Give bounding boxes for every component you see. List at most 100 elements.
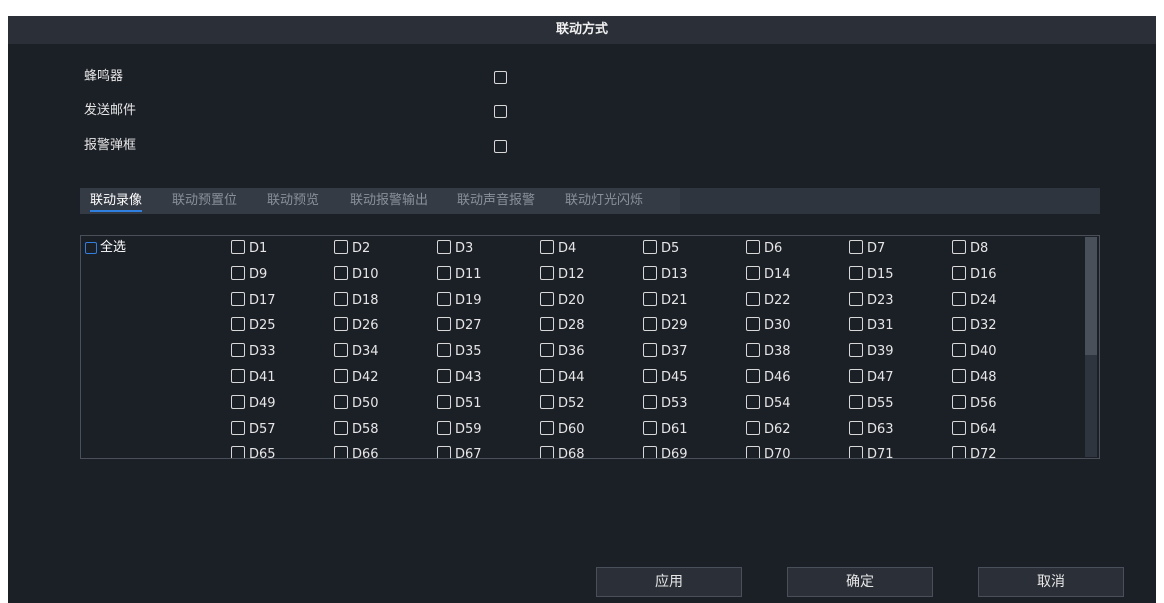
- channel-item[interactable]: D19: [437, 291, 482, 311]
- channel-checkbox[interactable]: [849, 369, 863, 383]
- channel-checkbox[interactable]: [643, 240, 657, 254]
- tab-linked-preview[interactable]: 联动预览: [267, 188, 319, 214]
- channel-item[interactable]: D33: [231, 342, 276, 362]
- channel-item[interactable]: D12: [540, 265, 585, 285]
- channel-checkbox[interactable]: [746, 446, 760, 458]
- channel-item[interactable]: D51: [437, 394, 482, 414]
- channel-checkbox[interactable]: [643, 369, 657, 383]
- channel-item[interactable]: D48: [952, 368, 997, 388]
- channel-item[interactable]: D42: [334, 368, 379, 388]
- channel-item[interactable]: D53: [643, 394, 688, 414]
- channel-item[interactable]: D38: [746, 342, 791, 362]
- channel-checkbox[interactable]: [849, 394, 863, 409]
- channel-item[interactable]: D24: [952, 291, 997, 311]
- select-all-checkbox[interactable]: [85, 241, 97, 254]
- channel-item[interactable]: D17: [231, 291, 276, 311]
- channel-item[interactable]: D37: [643, 342, 688, 362]
- option-popup-checkbox[interactable]: [494, 140, 507, 153]
- channel-checkbox[interactable]: [952, 420, 966, 435]
- channel-checkbox[interactable]: [746, 291, 760, 306]
- channel-checkbox[interactable]: [334, 446, 348, 458]
- channel-checkbox[interactable]: [437, 446, 451, 458]
- channel-item[interactable]: D41: [231, 368, 276, 388]
- channel-item[interactable]: D47: [849, 368, 894, 388]
- channel-checkbox[interactable]: [334, 420, 348, 435]
- channel-checkbox[interactable]: [849, 317, 863, 332]
- channel-item[interactable]: D5: [643, 239, 679, 259]
- channel-item[interactable]: D20: [540, 291, 585, 311]
- channel-checkbox[interactable]: [952, 446, 966, 458]
- scrollbar[interactable]: [1085, 237, 1097, 457]
- channel-checkbox[interactable]: [334, 394, 348, 409]
- channel-item[interactable]: D63: [849, 420, 894, 440]
- channel-item[interactable]: D35: [437, 342, 482, 362]
- channel-checkbox[interactable]: [334, 240, 348, 254]
- channel-item[interactable]: D4: [540, 239, 576, 259]
- channel-checkbox[interactable]: [643, 446, 657, 458]
- option-email-checkbox[interactable]: [494, 105, 507, 118]
- channel-item[interactable]: D45: [643, 368, 688, 388]
- channel-item[interactable]: D62: [746, 420, 791, 440]
- channel-item[interactable]: D10: [334, 265, 379, 285]
- channel-item[interactable]: D66: [334, 445, 379, 458]
- channel-checkbox[interactable]: [746, 394, 760, 409]
- channel-item[interactable]: D58: [334, 420, 379, 440]
- channel-checkbox[interactable]: [540, 317, 554, 332]
- channel-checkbox[interactable]: [231, 369, 245, 383]
- ok-button[interactable]: 确定: [787, 567, 933, 597]
- channel-item[interactable]: D8: [952, 239, 988, 259]
- channel-checkbox[interactable]: [746, 265, 760, 280]
- channel-item[interactable]: D26: [334, 316, 379, 336]
- channel-item[interactable]: D1: [231, 239, 267, 259]
- channel-checkbox[interactable]: [849, 446, 863, 458]
- channel-checkbox[interactable]: [952, 265, 966, 280]
- channel-checkbox[interactable]: [952, 317, 966, 332]
- channel-checkbox[interactable]: [437, 240, 451, 254]
- channel-item[interactable]: D65: [231, 445, 276, 458]
- channel-checkbox[interactable]: [334, 343, 348, 358]
- channel-item[interactable]: D52: [540, 394, 585, 414]
- channel-checkbox[interactable]: [952, 394, 966, 409]
- tab-linked-light-flash[interactable]: 联动灯光闪烁: [565, 188, 643, 214]
- channel-item[interactable]: D28: [540, 316, 585, 336]
- channel-checkbox[interactable]: [231, 343, 245, 358]
- channel-item[interactable]: D2: [334, 239, 370, 259]
- channel-checkbox[interactable]: [952, 343, 966, 358]
- channel-item[interactable]: D31: [849, 316, 894, 336]
- channel-checkbox[interactable]: [437, 343, 451, 358]
- channel-checkbox[interactable]: [540, 265, 554, 280]
- channel-item[interactable]: D7: [849, 239, 885, 259]
- channel-item[interactable]: D50: [334, 394, 379, 414]
- scrollbar-thumb[interactable]: [1085, 237, 1097, 355]
- channel-checkbox[interactable]: [540, 446, 554, 458]
- channel-item[interactable]: D16: [952, 265, 997, 285]
- option-buzzer-checkbox[interactable]: [494, 71, 507, 84]
- channel-item[interactable]: D72: [952, 445, 997, 458]
- channel-item[interactable]: D64: [952, 420, 997, 440]
- channel-item[interactable]: D40: [952, 342, 997, 362]
- channel-item[interactable]: D27: [437, 316, 482, 336]
- channel-checkbox[interactable]: [952, 369, 966, 383]
- channel-checkbox[interactable]: [540, 420, 554, 435]
- channel-item[interactable]: D9: [231, 265, 267, 285]
- select-all[interactable]: 全选: [85, 238, 126, 258]
- channel-item[interactable]: D36: [540, 342, 585, 362]
- channel-checkbox[interactable]: [231, 317, 245, 332]
- channel-checkbox[interactable]: [952, 240, 966, 254]
- channel-item[interactable]: D54: [746, 394, 791, 414]
- channel-checkbox[interactable]: [849, 265, 863, 280]
- channel-checkbox[interactable]: [643, 317, 657, 332]
- channel-item[interactable]: D32: [952, 316, 997, 336]
- channel-item[interactable]: D23: [849, 291, 894, 311]
- channel-checkbox[interactable]: [540, 369, 554, 383]
- channel-checkbox[interactable]: [849, 240, 863, 254]
- channel-checkbox[interactable]: [540, 240, 554, 254]
- channel-item[interactable]: D13: [643, 265, 688, 285]
- channel-item[interactable]: D46: [746, 368, 791, 388]
- channel-checkbox[interactable]: [437, 291, 451, 306]
- channel-item[interactable]: D49: [231, 394, 276, 414]
- channel-item[interactable]: D22: [746, 291, 791, 311]
- channel-item[interactable]: D43: [437, 368, 482, 388]
- channel-item[interactable]: D69: [643, 445, 688, 458]
- channel-checkbox[interactable]: [643, 265, 657, 280]
